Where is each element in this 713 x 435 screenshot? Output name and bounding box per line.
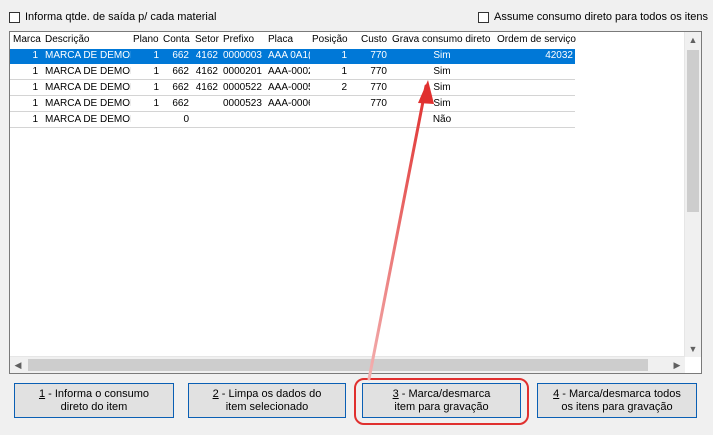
annotation-arrow — [367, 80, 434, 381]
